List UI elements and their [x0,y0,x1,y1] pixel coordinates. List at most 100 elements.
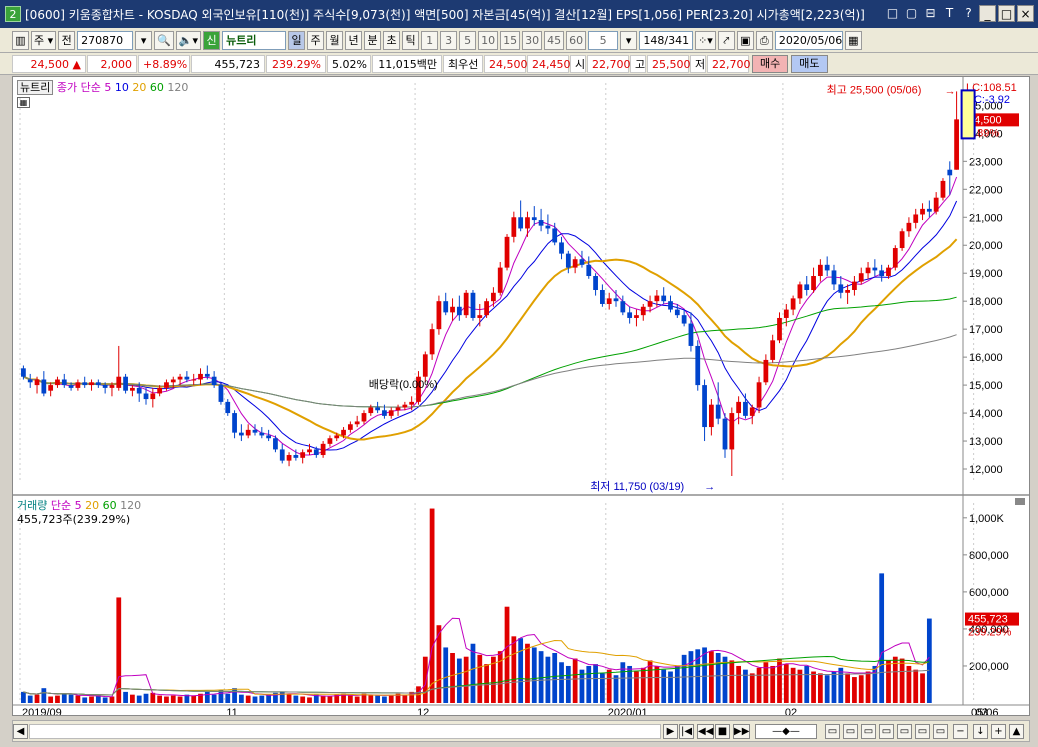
legend-ma120: 120 [167,81,189,94]
max-price-note: 최고 25,500 (05/06) [827,83,922,96]
volume-bar [375,695,380,703]
scroll-ctrl-4-icon[interactable]: ▭ [879,724,894,739]
window-link-icon[interactable]: ▢ [903,5,920,22]
candle-body [68,385,74,388]
sell-button[interactable]: 매도 [791,54,828,73]
candle-body [136,387,142,394]
volume-bar [804,665,810,703]
zoom-slider[interactable]: —◆— [755,724,817,739]
scroll-ctrl-2-icon[interactable]: ▭ [843,724,858,739]
candle-body [388,410,394,416]
scroll-ctrl-5-icon[interactable]: ▭ [897,724,912,739]
window-layout-icon[interactable]: ⊟ [922,5,939,22]
volume-bar [858,675,864,703]
stock-name-field: 뉴트리 [222,30,287,50]
candle-body [613,298,619,302]
minimize-button[interactable]: _ [979,5,996,22]
period-month[interactable]: 월 [326,30,344,50]
draw-tool-icon[interactable]: ⤤ [717,30,735,50]
candle-body [55,379,60,386]
candle-body [933,197,939,212]
save-icon[interactable]: ▣ [736,30,754,50]
candle-body [293,455,299,458]
chart-toolbar: ▥ 주 ▾ 전 270870 ▾ 🔍 🔈▾ 신 뉴트리 일 주 월 년 분 초 … [0,28,1038,53]
interval-1[interactable]: 1 [421,30,439,50]
zoom-out-icon[interactable]: − [953,724,968,739]
volume-bar [743,669,748,703]
candle-body [170,379,176,383]
candle-body [872,267,878,271]
sound-icon[interactable]: 🔈▾ [175,30,202,50]
buy-button[interactable]: 매수 [752,54,789,73]
chart-type-icon[interactable]: ▥ [12,30,29,50]
maximize-button[interactable]: □ [998,5,1015,22]
candle-body [906,222,912,232]
interval-input[interactable]: 5 [588,30,619,50]
panel-toggle-icon [1015,498,1025,505]
date-input[interactable]: 2020/05/06 [774,30,843,50]
interval-45[interactable]: 45 [544,30,565,50]
period-minute[interactable]: 분 [364,30,382,50]
interval-30[interactable]: 30 [522,30,543,50]
news-tag[interactable]: 신 [203,30,221,50]
period-year[interactable]: 년 [345,30,363,50]
scroll-ctrl-6-icon[interactable]: ▭ [915,724,930,739]
close-button[interactable]: × [1017,5,1034,22]
scroll-ctrl-7-icon[interactable]: ▭ [933,724,948,739]
candle-body [620,301,626,313]
candle-body [327,438,333,444]
scroll-up-icon[interactable]: ▲ [1009,724,1024,739]
scroll-right-icon[interactable]: ▶ [663,724,678,739]
chart-area[interactable]: 25,000 24,000 23,000 22,000 21,000 20,000 19,0… [12,76,1030,716]
candle-body [75,382,81,388]
market-select[interactable]: 주 ▾ [31,30,57,50]
candle-body [232,413,237,433]
volume-bar [790,667,796,703]
zoom-reset-icon[interactable]: ↓ [973,724,988,739]
period-second[interactable]: 초 [383,30,401,50]
volume-bar [286,693,292,703]
interval-dropdown-icon[interactable]: ▾ [620,30,638,50]
page-counter: 148/341 [639,30,694,50]
search-icon[interactable]: 🔍 [154,30,174,50]
scroll-left-icon[interactable]: ◀ [13,724,28,739]
volume-bar [402,694,408,703]
window-pin-icon[interactable]: T [941,5,958,22]
window-help-icon[interactable]: ? [960,5,977,22]
volume-bar [920,673,925,703]
grid-toggle-icon[interactable]: ▦ [17,97,30,108]
calendar-icon[interactable]: ▦ [844,30,862,50]
interval-5[interactable]: 5 [459,30,477,50]
interval-3[interactable]: 3 [440,30,458,50]
interval-10[interactable]: 10 [478,30,499,50]
candle-body [313,449,319,456]
x-axis-label: 02 [785,707,797,715]
link-icon[interactable]: ⁘▾ [695,30,716,50]
window-square-icon[interactable]: □ [884,5,901,22]
open-label: 시 [570,54,586,73]
volume-bar [34,694,40,703]
price-panel-stock-tag[interactable]: 뉴트리 [17,80,54,95]
stock-code-input[interactable]: 270870 [77,30,134,50]
prev-button[interactable]: 전 [58,30,76,50]
next-page-icon[interactable]: ▶▶ [733,724,751,739]
candle-body [41,379,47,394]
chart-scrollbar[interactable]: ◀ ▶ |◀ ◀◀ ■ ▶▶ —◆— ▭ ▭ ▭ ▭ ▭ ▭ ▭ − ↓ + ▲ [12,720,1030,742]
period-tick[interactable]: 틱 [402,30,420,50]
interval-15[interactable]: 15 [500,30,521,50]
code-dropdown-icon[interactable]: ▾ [135,30,153,50]
scroll-ctrl-1-icon[interactable]: ▭ [825,724,840,739]
zoom-in-icon[interactable]: + [991,724,1006,739]
stop-icon[interactable]: ■ [715,724,730,739]
interval-60[interactable]: 60 [566,30,587,50]
prev-page-icon[interactable]: ◀◀ [697,724,715,739]
first-page-icon[interactable]: |◀ [679,724,694,739]
period-week[interactable]: 주 [307,30,325,50]
scroll-ctrl-3-icon[interactable]: ▭ [861,724,876,739]
print-icon[interactable]: ⎙ [755,30,773,50]
scroll-track[interactable] [29,724,661,739]
volume-bar [886,660,891,703]
chart-canvas[interactable]: 25,00024,00023,00022,00021,00020,00019,0… [13,77,1029,715]
candle-body [484,301,489,316]
period-day[interactable]: 일 [288,30,306,50]
